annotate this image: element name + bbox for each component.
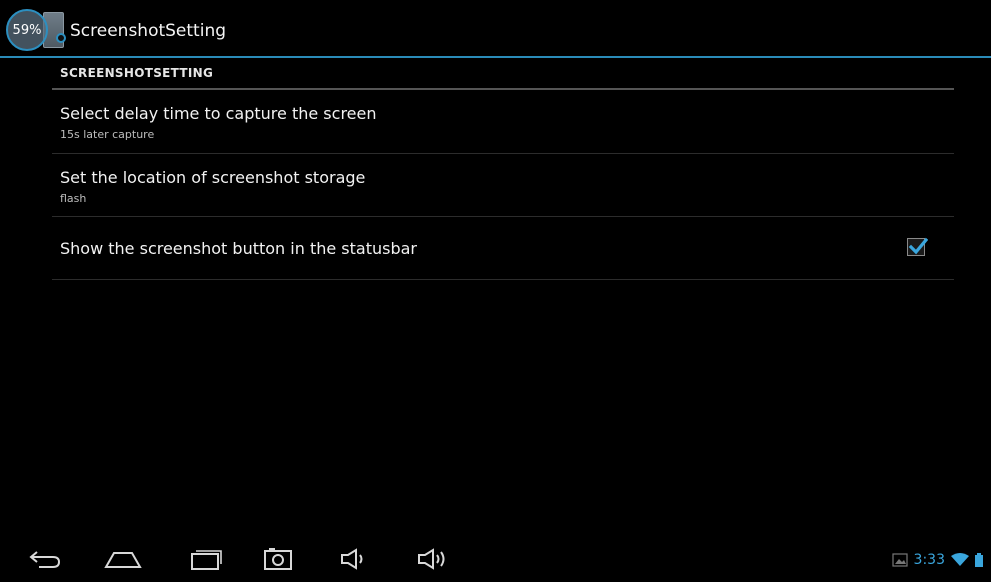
status-area[interactable]: 3:33 <box>891 550 983 570</box>
pref-storage-location[interactable]: Set the location of screenshot storage f… <box>52 154 954 216</box>
volume-up-button[interactable] <box>410 536 456 582</box>
battery-icon <box>975 553 983 567</box>
screenshot-icon <box>264 548 292 570</box>
action-bar: 59% ScreenshotSetting <box>0 0 991 58</box>
statusbar-button-checkbox[interactable] <box>907 237 928 256</box>
pref-divider <box>52 279 954 280</box>
pref-statusbar-button-title: Show the screenshot button in the status… <box>60 239 417 258</box>
back-icon <box>29 551 61 568</box>
pref-statusbar-button[interactable]: Show the screenshot button in the status… <box>52 217 954 279</box>
recent-apps-icon <box>191 550 222 570</box>
section-header: SCREENSHOTSETTING <box>60 66 214 80</box>
check-icon <box>908 237 928 255</box>
back-button[interactable] <box>20 536 70 582</box>
recent-apps-button[interactable] <box>180 536 230 582</box>
pref-delay-time-summary: 15s later capture <box>60 128 155 141</box>
battery-percent-text: 59% <box>12 22 42 38</box>
battery-percent-overlay: 59% <box>6 9 48 51</box>
wifi-icon <box>951 553 969 566</box>
home-icon <box>104 552 142 568</box>
status-time: 3:33 <box>913 552 945 568</box>
volume-down-icon <box>341 548 363 570</box>
navigation-bar <box>0 536 991 582</box>
volume-up-icon <box>418 548 445 570</box>
screenshot-button[interactable] <box>256 536 300 582</box>
volume-down-button[interactable] <box>332 536 376 582</box>
pref-delay-time[interactable]: Select delay time to capture the screen … <box>52 90 954 152</box>
app-icon-badge <box>56 33 66 43</box>
pref-storage-location-summary: flash <box>60 192 87 205</box>
page-title: ScreenshotSetting <box>70 21 227 41</box>
gallery-notification-icon <box>891 553 908 567</box>
pref-delay-time-title: Select delay time to capture the screen <box>60 104 377 123</box>
pref-storage-location-title: Set the location of screenshot storage <box>60 168 366 187</box>
home-button[interactable] <box>98 536 148 582</box>
